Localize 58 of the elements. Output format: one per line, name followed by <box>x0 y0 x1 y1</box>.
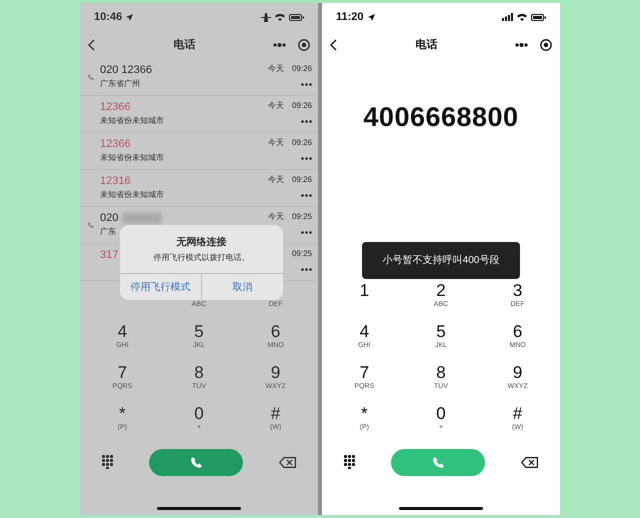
phone-number: 12366 <box>100 137 131 152</box>
page-title: 电话 <box>416 38 438 53</box>
phone-icon <box>432 456 444 468</box>
target-icon[interactable] <box>298 39 310 51</box>
location-arrow-icon <box>126 14 134 20</box>
phone-number: 12366 <box>100 100 131 115</box>
call-time: 09:26 <box>292 137 312 149</box>
call-date: 今天 <box>268 137 284 149</box>
location-text: 广东省广州 <box>100 78 141 90</box>
location-text: 未知省份未知城市 <box>100 115 164 127</box>
location-text: 未知省份未知城市 <box>100 152 164 164</box>
keypad-icon[interactable] <box>102 455 113 469</box>
toast-message: 小号暂不支持呼叫400号段 <box>362 242 520 279</box>
call-date: 今天 <box>268 100 284 112</box>
more-icon[interactable] <box>301 231 312 234</box>
alert-button[interactable]: 取消 <box>201 274 283 300</box>
location-text: 广东 <box>100 226 117 238</box>
keypad-icon[interactable] <box>344 455 355 469</box>
call-time: 09:26 <box>292 63 312 75</box>
battery-icon <box>289 14 304 20</box>
more-icon[interactable] <box>301 83 312 86</box>
target-icon[interactable] <box>540 39 552 51</box>
wifi-icon <box>275 13 285 21</box>
more-icon[interactable] <box>301 157 312 160</box>
call-time: 09:26 <box>292 174 312 186</box>
more-icon[interactable] <box>301 120 312 123</box>
alert-button[interactable]: 停用飞行模式 <box>120 274 201 300</box>
more-icon[interactable] <box>301 194 312 197</box>
phone-number: 317 <box>100 248 118 263</box>
page-title: 电话 <box>174 38 196 53</box>
call-date: 今天 <box>268 63 284 75</box>
phone-number: 12316 <box>100 174 131 189</box>
battery-icon <box>531 14 546 20</box>
dial-key[interactable]: 1 <box>360 281 370 300</box>
more-icon[interactable] <box>301 268 312 271</box>
back-icon[interactable] <box>330 39 338 51</box>
status-time: 10:46 <box>94 10 122 25</box>
location-arrow-icon <box>368 14 375 20</box>
alert-message: 停用飞行模式以拨打电话。 <box>154 252 250 264</box>
location-text: 未知省份未知城市 <box>100 189 164 201</box>
call-time: 09:25 <box>292 211 312 223</box>
alert-title: 无网络连接 <box>176 236 226 250</box>
call-date: 今天 <box>268 211 284 223</box>
phone-number: 020 <box>100 211 118 226</box>
more-icon[interactable] <box>515 43 528 47</box>
phone-icon <box>190 456 202 468</box>
call-date: 今天 <box>268 174 284 186</box>
call-time: 09:25 <box>292 248 312 260</box>
call-time: 09:26 <box>292 100 312 112</box>
backspace-icon[interactable] <box>521 456 538 468</box>
backspace-icon[interactable] <box>279 456 296 468</box>
wifi-icon <box>517 13 527 21</box>
status-time: 11:20 <box>336 10 364 25</box>
back-icon[interactable] <box>88 39 96 51</box>
phone-number: 020 12366 <box>100 63 152 78</box>
more-icon[interactable] <box>273 43 286 47</box>
redacted-block <box>122 213 162 224</box>
dialed-number: 4006668800 <box>363 101 519 134</box>
